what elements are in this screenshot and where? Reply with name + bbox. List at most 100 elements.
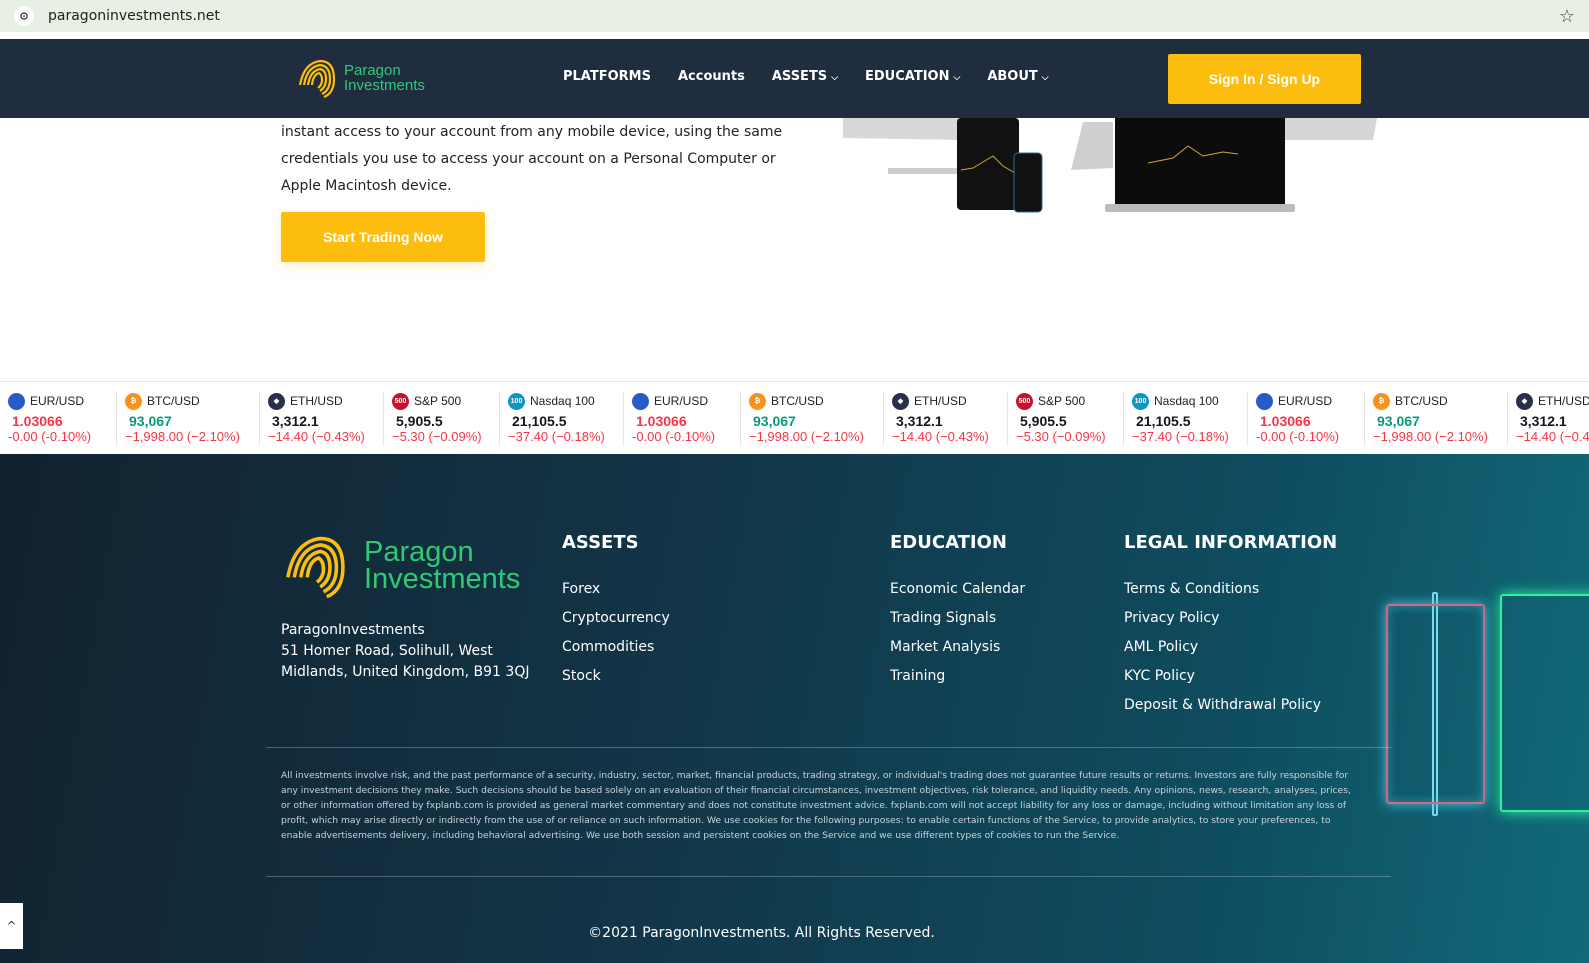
logo-mark-icon (298, 59, 336, 99)
ticker-item[interactable]: ◆ ETH/USD 3,312.1 −14.40 (−0.43%) (884, 392, 1008, 446)
ticker-symbol: ETH/USD (914, 394, 967, 408)
footer-link-forex[interactable]: Forex (562, 581, 670, 597)
ticker-item[interactable]: ◆ ETH/USD 3,312.1 −14.40 (−0.43%) (1508, 392, 1589, 446)
neon-candle-red (1386, 604, 1485, 804)
nav-about[interactable]: ABOUT ⌵ (987, 69, 1048, 84)
divider (266, 876, 1391, 877)
logo-line1: Paragon (344, 62, 401, 79)
ticker-symbol: Nasdaq 100 (530, 394, 595, 408)
column-title: ASSETS (562, 532, 639, 553)
footer-link-kyc[interactable]: KYC Policy (1124, 668, 1337, 684)
ticker-price: 21,105.5 (512, 413, 567, 429)
bitcoin-icon: ₿ (749, 392, 766, 410)
nav-education[interactable]: EDUCATION ⌵ (865, 69, 960, 84)
nav-assets-label: ASSETS (771, 69, 828, 84)
eu-us-flag-icon (1256, 392, 1273, 410)
ticker-symbol: Nasdaq 100 (1154, 394, 1219, 408)
ticker-item[interactable]: 100 Nasdaq 100 21,105.5 −37.40 (−0.18%) (1124, 392, 1248, 446)
ticker-price: 3,312.1 (896, 413, 943, 429)
nav-platforms[interactable]: PLATFORMS (563, 69, 651, 84)
column-title: EDUCATION (890, 532, 1007, 553)
ticker-price: 3,312.1 (1520, 413, 1567, 429)
ticker-change: -0.00 (-0.10%) (1256, 429, 1340, 444)
ticker-item[interactable]: ₿ BTC/USD 93,067 −1,998.00 (−2.10%) (117, 392, 260, 446)
site-footer: Paragon Investments ParagonInvestments 51… (0, 454, 1589, 963)
bookmark-star-icon[interactable]: ☆ (1559, 6, 1575, 27)
footer-link-stock[interactable]: Stock (562, 668, 670, 684)
ticker-item[interactable]: EUR/USD 1.03066 -0.00 (-0.10%) (1248, 392, 1365, 446)
logo-line1: Paragon (364, 536, 474, 568)
ticker-item[interactable]: 500 S&P 500 5,905.5 −5.30 (−0.09%) (384, 392, 500, 446)
start-trading-button[interactable]: Start Trading Now (281, 212, 485, 262)
ticker-change: −1,998.00 (−2.10%) (749, 429, 864, 444)
ticker-item[interactable]: ₿ BTC/USD 93,067 −1,998.00 (−2.10%) (741, 392, 884, 446)
ticker-change: -0.00 (-0.10%) (632, 429, 716, 444)
site-settings-icon[interactable]: ⚙ (14, 6, 34, 26)
logo-mark-icon (286, 536, 345, 599)
footer-education-column: EDUCATION Economic Calendar Trading Sign… (890, 532, 1025, 697)
ticker-price: 1.03066 (636, 413, 687, 429)
logo-line2: Investments (364, 563, 521, 595)
ticker-price: 3,312.1 (272, 413, 319, 429)
ticker-price: 21,105.5 (1136, 413, 1191, 429)
ticker-price: 93,067 (753, 413, 796, 429)
nav-accounts[interactable]: Accounts (678, 69, 745, 84)
copyright: ©2021 ParagonInvestments. All Rights Res… (588, 925, 935, 941)
ticker-price: 93,067 (1377, 413, 1420, 429)
footer-link-privacy[interactable]: Privacy Policy (1124, 610, 1337, 626)
footer-link-market-analysis[interactable]: Market Analysis (890, 639, 1025, 655)
nasdaq-icon: 100 (508, 392, 525, 410)
ticker-symbol: ETH/USD (290, 394, 343, 408)
nav-assets[interactable]: ASSETS ⌵ (772, 69, 838, 84)
ticker-change: −1,998.00 (−2.10%) (1373, 429, 1488, 444)
ticker-item[interactable]: ◆ ETH/USD 3,312.1 −14.40 (−0.43%) (260, 392, 384, 446)
column-title: LEGAL INFORMATION (1124, 532, 1338, 553)
ticker-symbol: EUR/USD (654, 394, 709, 408)
ethereum-icon: ◆ (892, 392, 909, 410)
top-navbar: Paragon Investments PLATFORMS Accounts AS… (0, 39, 1589, 118)
footer-link-training[interactable]: Training (890, 668, 1025, 684)
footer-link-economic-calendar[interactable]: Economic Calendar (890, 581, 1025, 597)
ticker-change: −5.30 (−0.09%) (392, 429, 482, 444)
ticker-price: 5,905.5 (396, 413, 443, 429)
footer-link-aml[interactable]: AML Policy (1124, 639, 1337, 655)
ticker-change: −1,998.00 (−2.10%) (125, 429, 240, 444)
eu-us-flag-icon (632, 392, 649, 410)
neon-candle-green (1500, 594, 1589, 812)
logo-line2: Investments (344, 77, 425, 94)
ticker-item[interactable]: 500 S&P 500 5,905.5 −5.30 (−0.09%) (1008, 392, 1124, 446)
address-line: Midlands, United Kingdom, B91 3QJ (281, 664, 530, 680)
footer-legal-column: LEGAL INFORMATION Terms & Conditions Pri… (1124, 532, 1337, 726)
risk-disclaimer: All investments involve risk, and the pa… (281, 770, 1351, 841)
bitcoin-icon: ₿ (1373, 392, 1390, 410)
ticker-item[interactable]: EUR/USD 1.03066 -0.00 (-0.10%) (624, 392, 741, 446)
browser-address-bar[interactable]: ⚙ paragoninvestments.net ☆ (0, 0, 1589, 32)
footer-link-deposit-withdrawal[interactable]: Deposit & Withdrawal Policy (1124, 697, 1337, 713)
footer-link-trading-signals[interactable]: Trading Signals (890, 610, 1025, 626)
scroll-to-top-button[interactable]: ^ (0, 903, 23, 949)
market-ticker-tape[interactable]: EUR/USD 1.03066 -0.00 (-0.10%) ₿ BTC/USD 9… (0, 381, 1589, 454)
ticker-symbol: EUR/USD (1278, 394, 1333, 408)
nav-about-label: ABOUT (987, 69, 1038, 84)
ticker-symbol: BTC/USD (1395, 394, 1448, 408)
footer-link-commodities[interactable]: Commodities (562, 639, 670, 655)
footer-logo[interactable]: Paragon Investments (284, 532, 520, 600)
ticker-price: 1.03066 (12, 413, 63, 429)
ticker-change: −14.40 (−0.43%) (892, 429, 989, 444)
ticker-item[interactable]: EUR/USD 1.03066 -0.00 (-0.10%) (0, 392, 117, 446)
chevron-down-icon: ⌵ (953, 73, 961, 83)
ticker-price: 1.03066 (1260, 413, 1311, 429)
ticker-item[interactable]: ₿ BTC/USD 93,067 −1,998.00 (−2.10%) (1365, 392, 1508, 446)
ticker-change: -0.00 (-0.10%) (8, 429, 92, 444)
sp500-icon: 500 (1016, 392, 1033, 410)
url-text[interactable]: paragoninvestments.net (48, 8, 220, 24)
address-line: ParagonInvestments (281, 622, 425, 638)
chevron-down-icon: ⌵ (831, 73, 839, 83)
sign-in-button[interactable]: Sign In / Sign Up (1168, 54, 1361, 104)
footer-link-terms[interactable]: Terms & Conditions (1124, 581, 1337, 597)
ticker-item[interactable]: 100 Nasdaq 100 21,105.5 −37.40 (−0.18%) (500, 392, 624, 446)
ticker-symbol: S&P 500 (414, 394, 462, 408)
hero-description: instant access to your account from any … (281, 124, 783, 194)
footer-link-cryptocurrency[interactable]: Cryptocurrency (562, 610, 670, 626)
site-logo[interactable]: Paragon Investments (298, 57, 425, 99)
